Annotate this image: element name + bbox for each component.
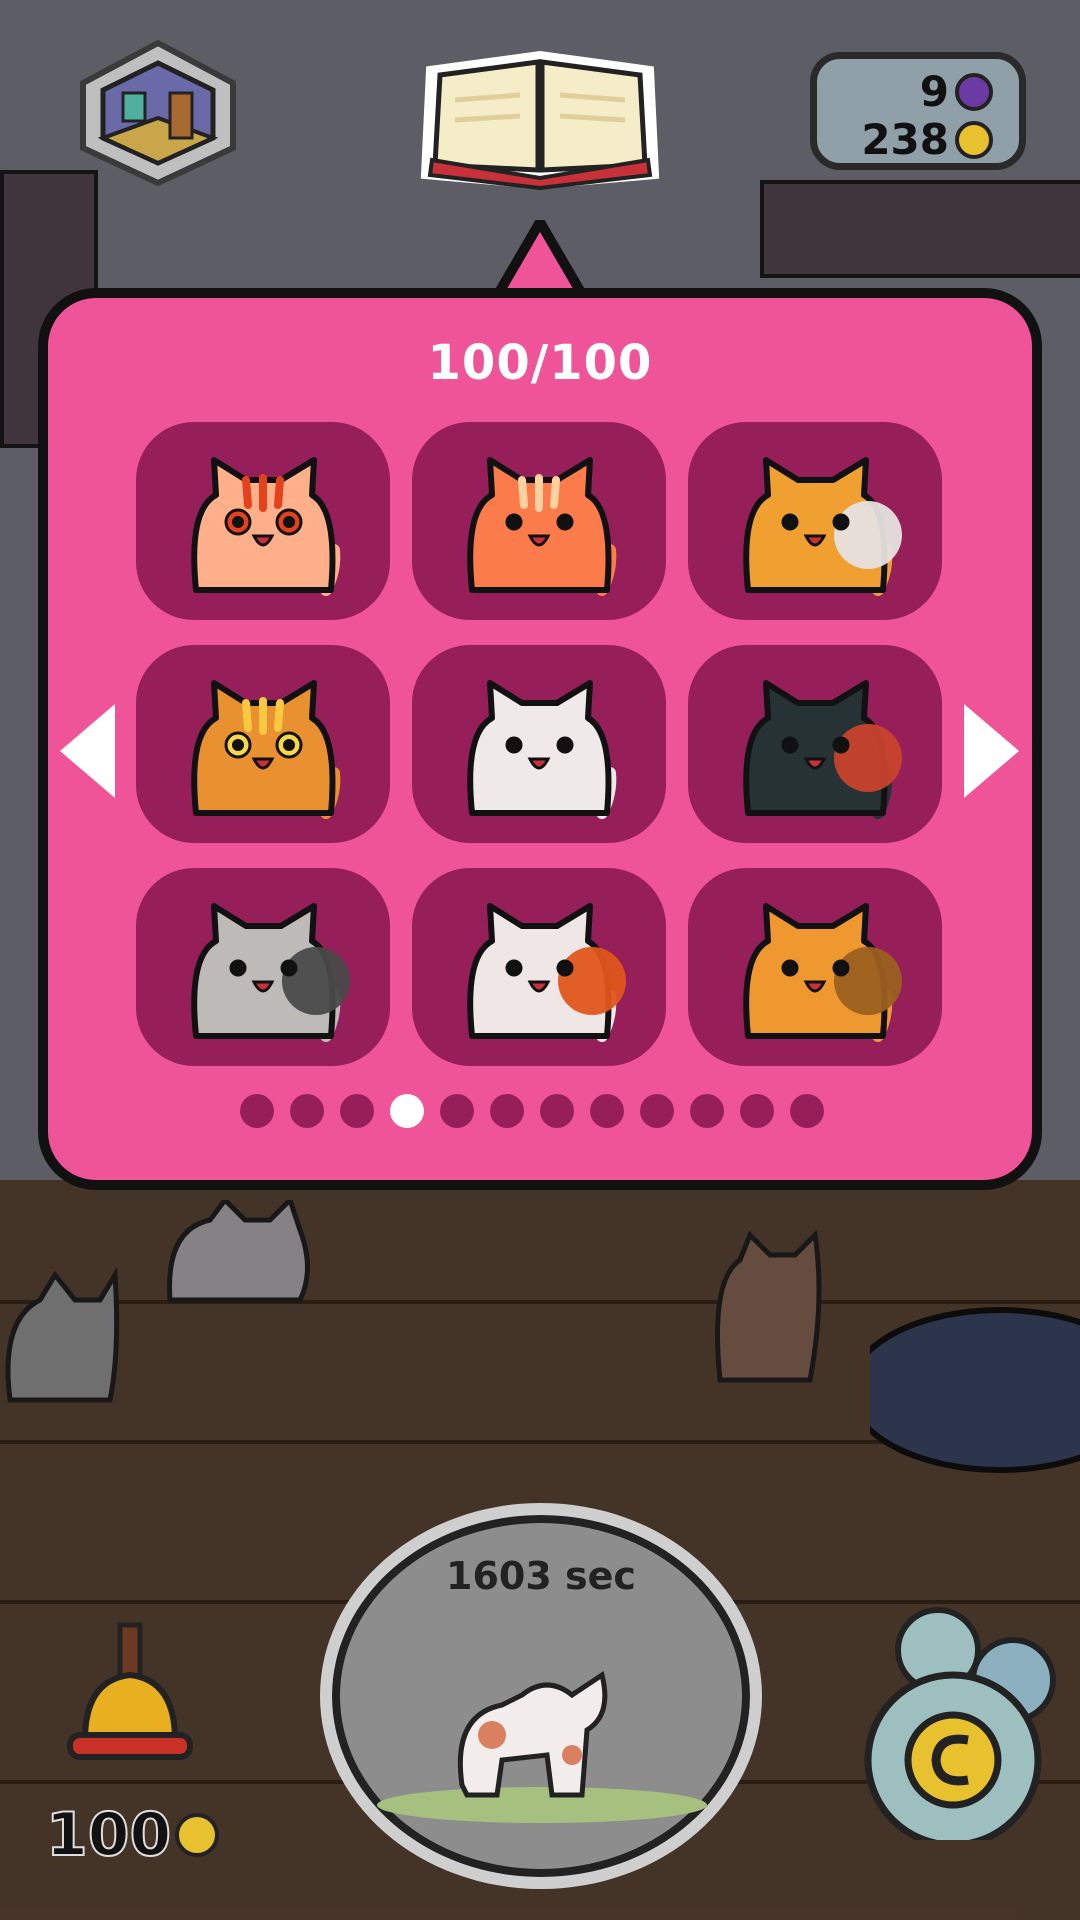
yellow-eyed-orange-cat-icon — [191, 680, 341, 819]
gem-count: 9 — [919, 67, 949, 116]
gray-raccoon-cat-icon — [191, 903, 350, 1042]
cat-tile[interactable] — [412, 645, 666, 843]
coin-icon — [955, 120, 993, 159]
next-page-arrow[interactable] — [964, 704, 1019, 798]
collection-counter: 100/100 — [427, 335, 653, 391]
cat-tile[interactable] — [136, 868, 390, 1066]
bell-price-value: 100 — [45, 1799, 172, 1871]
page-dot[interactable] — [540, 1094, 574, 1128]
cat-tile[interactable] — [412, 422, 666, 620]
page-dot[interactable] — [640, 1094, 674, 1128]
spotted-orange-cat-icon — [743, 903, 902, 1042]
walking-cat-icon — [377, 1670, 707, 1823]
page-dot[interactable] — [790, 1094, 824, 1128]
cat-tile[interactable] — [412, 868, 666, 1066]
gem-counter: 9 — [920, 67, 993, 116]
page-dot[interactable] — [490, 1094, 524, 1128]
calico-orange-cat-icon — [743, 457, 902, 596]
page-dot[interactable] — [290, 1094, 324, 1128]
house-icon[interactable] — [78, 38, 238, 188]
cat-book-icon[interactable] — [420, 50, 660, 190]
page-dot[interactable] — [340, 1094, 374, 1128]
white-cat-icon — [467, 680, 617, 819]
cat-tile[interactable] — [136, 422, 390, 620]
gem-icon — [955, 72, 993, 111]
cat-tile[interactable] — [688, 422, 942, 620]
cat-tile[interactable] — [688, 868, 942, 1066]
page-dot[interactable] — [390, 1094, 424, 1128]
coin-counter: 238 — [861, 115, 993, 164]
page-dot[interactable] — [740, 1094, 774, 1128]
coin-count: 238 — [861, 115, 949, 164]
peach-striped-cat-icon — [191, 457, 341, 596]
page-dot[interactable] — [590, 1094, 624, 1128]
page-dot[interactable] — [690, 1094, 724, 1128]
previous-page-arrow[interactable] — [60, 704, 115, 798]
coin-jar-icon[interactable] — [848, 1600, 1058, 1840]
orange-tabby-cat-icon — [467, 457, 617, 596]
bell-price: 100 — [45, 1799, 220, 1871]
white-orange-patch-cat-icon — [467, 903, 626, 1042]
cat-tile[interactable] — [136, 645, 390, 843]
bell-icon[interactable] — [60, 1620, 200, 1770]
black-red-mask-cat-icon — [743, 680, 902, 819]
coin-icon — [175, 1813, 220, 1857]
cat-tile[interactable] — [688, 645, 942, 843]
page-indicator — [240, 1094, 840, 1134]
timer-label: 1603 sec — [446, 1554, 636, 1598]
currency-panel: 9 238 — [810, 52, 1026, 170]
page-dot[interactable] — [440, 1094, 474, 1128]
page-dot[interactable] — [240, 1094, 274, 1128]
